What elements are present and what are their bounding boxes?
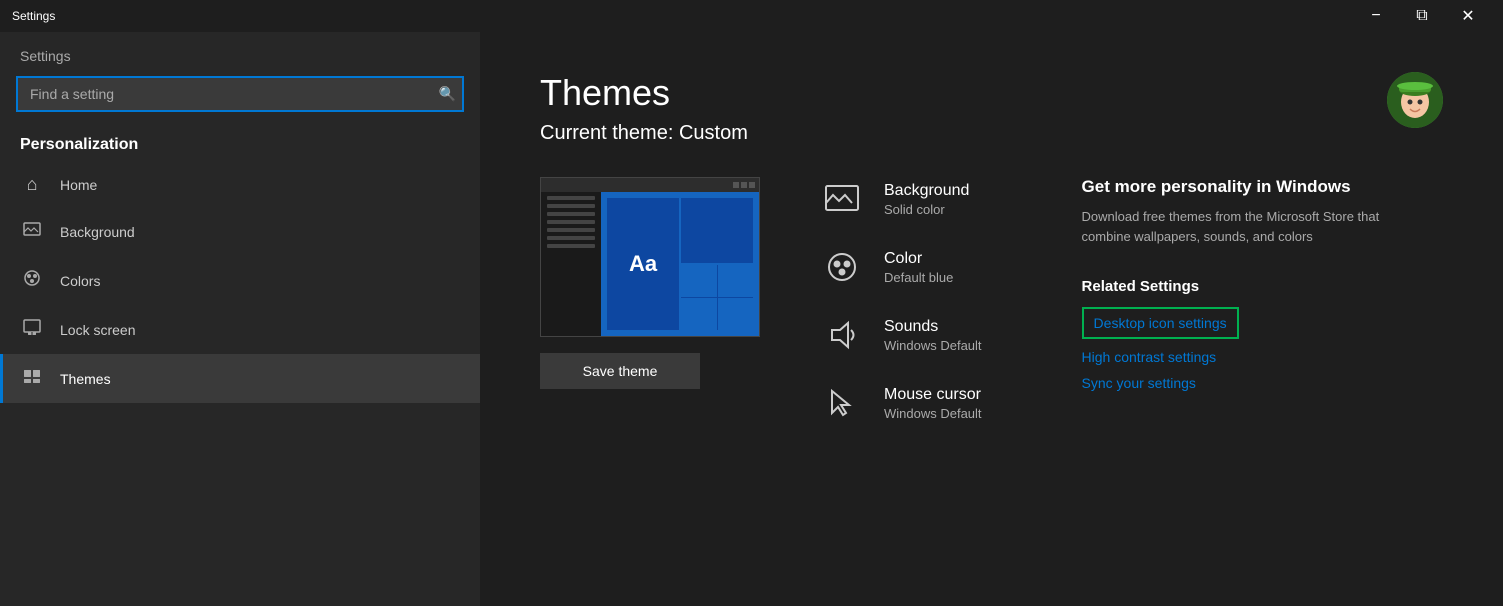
mockup-dot-2: [741, 182, 747, 188]
app-body: Settings 🔍 Personalization ⌂ Home Backgr…: [0, 32, 1503, 606]
theme-options: Background Solid color: [820, 177, 982, 425]
minimize-button[interactable]: −: [1353, 0, 1399, 32]
current-theme-label: Current theme: Custom: [540, 122, 748, 145]
sounds-option-value: Windows Default: [884, 338, 982, 353]
content-header: Themes Current theme: Custom: [540, 72, 1443, 177]
mockup-line-5: [547, 228, 595, 232]
mockup-tile-main: Aa: [607, 198, 679, 330]
save-theme-button[interactable]: Save theme: [540, 353, 700, 389]
mockup-line-2: [547, 204, 595, 208]
page-title: Themes: [540, 72, 748, 114]
mockup-sidebar: [541, 192, 601, 336]
close-button[interactable]: ✕: [1445, 0, 1491, 32]
desktop-icon-settings-link[interactable]: Desktop icon settings: [1082, 307, 1239, 339]
theme-option-color[interactable]: Color Default blue: [820, 245, 982, 289]
search-icon-button[interactable]: 🔍: [439, 86, 456, 103]
mouse-cursor-option-name: Mouse cursor: [884, 386, 982, 404]
sidebar-item-background-label: Background: [60, 224, 135, 240]
search-container: 🔍: [16, 76, 464, 112]
avatar: [1387, 72, 1443, 128]
mouse-cursor-option-text: Mouse cursor Windows Default: [884, 386, 982, 421]
sidebar-item-lock-screen[interactable]: Lock screen: [0, 305, 480, 354]
mockup-line-4: [547, 220, 595, 224]
personality-title: Get more personality in Windows: [1082, 177, 1382, 197]
color-option-name: Color: [884, 250, 953, 268]
sidebar: Settings 🔍 Personalization ⌂ Home Backgr…: [0, 32, 480, 606]
colors-icon: [20, 268, 44, 293]
color-option-value: Default blue: [884, 270, 953, 285]
search-input[interactable]: [16, 76, 464, 112]
background-option-icon: [820, 177, 864, 221]
mockup-topbar: [541, 178, 759, 192]
home-icon: ⌂: [20, 174, 44, 195]
related-settings-title: Related Settings: [1082, 278, 1382, 295]
color-option-text: Color Default blue: [884, 250, 953, 285]
sounds-option-icon: [820, 313, 864, 357]
mouse-cursor-option-value: Windows Default: [884, 406, 982, 421]
mockup-dot-1: [733, 182, 739, 188]
sidebar-item-colors-label: Colors: [60, 273, 100, 289]
mockup-tile-br: [681, 265, 753, 330]
theme-option-background[interactable]: Background Solid color: [820, 177, 982, 221]
mockup-tile-tl: [681, 198, 753, 263]
theme-option-sounds[interactable]: Sounds Windows Default: [820, 313, 982, 357]
mockup-dot-3: [749, 182, 755, 188]
background-option-value: Solid color: [884, 202, 969, 217]
main-content: Themes Current theme: Custom: [480, 32, 1503, 606]
mouse-cursor-option-icon: [820, 381, 864, 425]
background-icon: [20, 219, 44, 244]
personality-desc: Download free themes from the Microsoft …: [1082, 207, 1382, 246]
header-text-area: Themes Current theme: Custom: [540, 72, 748, 177]
title-bar: Settings − ⧉ ✕: [0, 0, 1503, 32]
color-option-icon: [820, 245, 864, 289]
sidebar-item-home-label: Home: [60, 177, 97, 193]
high-contrast-settings-link[interactable]: High contrast settings: [1082, 349, 1382, 365]
sounds-option-name: Sounds: [884, 318, 982, 336]
mockup-body: Aa: [541, 192, 759, 336]
lock-screen-icon: [20, 317, 44, 342]
sub-tile-2: [718, 265, 754, 297]
preview-mockup: Aa: [540, 177, 760, 337]
background-option-text: Background Solid color: [884, 182, 969, 217]
window-controls: − ⧉ ✕: [1353, 0, 1491, 32]
themes-icon: [20, 366, 44, 391]
sidebar-item-home[interactable]: ⌂ Home: [0, 162, 480, 207]
theme-option-mouse-cursor[interactable]: Mouse cursor Windows Default: [820, 381, 982, 425]
mockup-tiles: Aa: [601, 192, 759, 336]
sounds-option-text: Sounds Windows Default: [884, 318, 982, 353]
background-option-name: Background: [884, 182, 969, 200]
avatar-area: [1387, 72, 1443, 128]
app-title: Settings: [12, 9, 55, 23]
mockup-line-7: [547, 244, 595, 248]
sync-settings-link[interactable]: Sync your settings: [1082, 375, 1382, 391]
sidebar-item-lock-screen-label: Lock screen: [60, 322, 135, 338]
sidebar-item-themes-label: Themes: [60, 371, 111, 387]
sub-tile-3: [681, 298, 717, 330]
sidebar-item-themes[interactable]: Themes: [0, 354, 480, 403]
maximize-button[interactable]: ⧉: [1399, 0, 1445, 32]
sidebar-app-title: Settings: [0, 32, 480, 76]
theme-area: Aa Save theme: [540, 177, 1443, 425]
sidebar-item-colors[interactable]: Colors: [0, 256, 480, 305]
right-panel: Get more personality in Windows Download…: [1042, 177, 1382, 401]
sub-tile-4: [718, 298, 754, 330]
mockup-line-1: [547, 196, 595, 200]
theme-preview: Aa Save theme: [540, 177, 760, 389]
mockup-line-6: [547, 236, 595, 240]
sidebar-section-label: Personalization: [0, 128, 480, 162]
sidebar-item-background[interactable]: Background: [0, 207, 480, 256]
mockup-line-3: [547, 212, 595, 216]
sub-tile-1: [681, 265, 717, 297]
